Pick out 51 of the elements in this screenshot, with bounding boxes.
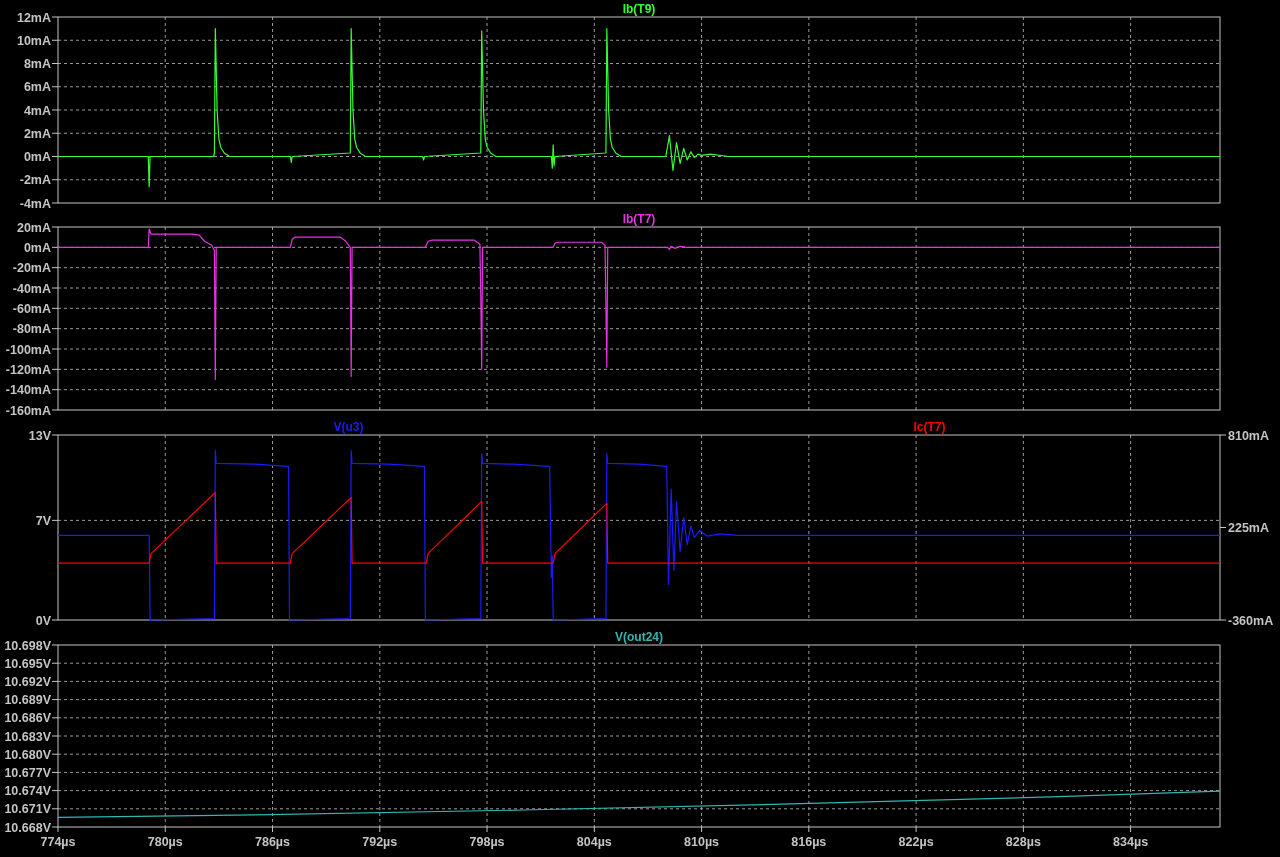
axis-label: 828µs: [1005, 835, 1041, 849]
axis-label: 10mA: [16, 33, 51, 48]
axis-label: -80mA: [12, 322, 51, 337]
axis-label: 822µs: [898, 835, 934, 849]
axis-label: 0V: [35, 613, 51, 628]
axis-label: 10.698V: [4, 638, 51, 653]
axis-label: -20mA: [12, 261, 51, 276]
axis-label: 4mA: [23, 103, 51, 118]
axis-label: 804µs: [576, 835, 612, 849]
axis-label: 7V: [35, 513, 51, 528]
axis-label: -60mA: [12, 301, 51, 316]
axis-label: 10.683V: [4, 729, 51, 744]
axis-label: -140mA: [5, 383, 51, 398]
axis-label: 10.674V: [4, 784, 51, 799]
axis-label: -40mA: [12, 281, 51, 296]
axis-label: 798µs: [469, 835, 505, 849]
axis-label: 810mA: [1228, 428, 1269, 443]
axis-label: -2mA: [19, 173, 51, 188]
axis-label: 6mA: [23, 80, 51, 95]
axis-label: 810µs: [684, 835, 720, 849]
axis-label: 10.680V: [4, 747, 51, 762]
axis-label: -360mA: [1228, 613, 1274, 628]
axis-label: -160mA: [5, 403, 51, 418]
axis-label: 0mA: [23, 150, 51, 164]
axis-label: -4mA: [19, 196, 51, 211]
axis-label: 816µs: [791, 835, 827, 849]
axis-label: 0mA: [23, 240, 51, 255]
axis-label: 13V: [28, 428, 51, 443]
axis-label: 834µs: [1113, 835, 1149, 849]
trace-label[interactable]: Ib(T7): [622, 213, 656, 226]
trace-label[interactable]: Ib(T9): [622, 2, 656, 16]
axis-label: 774µs: [40, 835, 76, 849]
axis-label: 225mA: [1228, 521, 1269, 535]
axis-label: 780µs: [147, 835, 183, 849]
axis-label: -100mA: [5, 342, 51, 357]
axis-label: 792µs: [362, 835, 398, 849]
axis-label: 8mA: [23, 57, 51, 71]
axis-label: 10.677V: [4, 765, 51, 780]
axis-label: 10.689V: [4, 693, 51, 708]
axis-label: 10.686V: [4, 711, 51, 726]
axis-label: 10.692V: [4, 674, 51, 689]
axis-label: -120mA: [5, 362, 51, 377]
axis-label: 10.695V: [4, 656, 51, 671]
trace-label[interactable]: V(out24): [615, 632, 663, 644]
trace-label[interactable]: Ic(T7): [913, 421, 946, 434]
axis-label: 12mA: [16, 10, 51, 25]
axis-label: 20mA: [16, 220, 51, 235]
axis-label: 786µs: [255, 835, 291, 849]
axis-label: 10.668V: [4, 820, 51, 835]
axis-label: 10.671V: [4, 802, 51, 817]
axis-label: 2mA: [23, 126, 51, 141]
